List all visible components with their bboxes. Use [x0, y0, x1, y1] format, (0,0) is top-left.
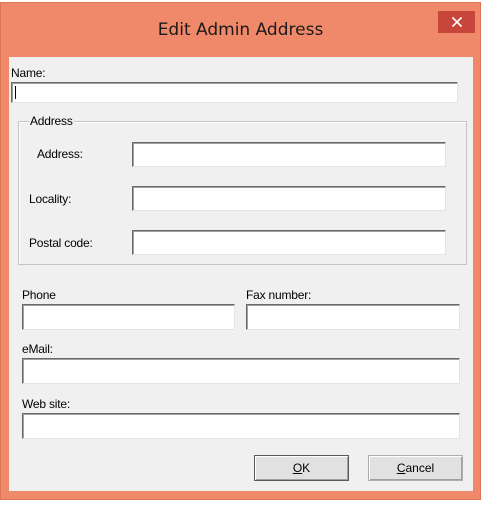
website-label: Web site: [22, 397, 70, 411]
phone-label: Phone [22, 288, 56, 302]
cancel-label-rest: ancel [405, 461, 435, 475]
window-title: Edit Admin Address [157, 20, 324, 40]
text-caret [15, 86, 16, 99]
ok-button[interactable]: OK [254, 455, 349, 481]
dialog-window: Edit Admin Address Name: Address Address… [0, 2, 481, 500]
dialog-client-area: Name: Address Address: Locality: Postal … [9, 57, 473, 491]
cancel-button[interactable]: Cancel [368, 455, 463, 481]
address-field[interactable] [132, 142, 446, 167]
email-field[interactable] [22, 358, 460, 384]
close-icon [451, 16, 462, 28]
fax-field[interactable] [246, 304, 460, 330]
locality-label: Locality: [29, 192, 72, 206]
locality-field[interactable] [132, 186, 446, 211]
name-field[interactable] [11, 82, 458, 103]
close-button[interactable] [438, 11, 475, 33]
address-label: Address: [37, 147, 83, 161]
postal-code-field[interactable] [132, 230, 446, 255]
postal-code-label: Postal code: [29, 236, 93, 250]
ok-label-rest: K [302, 461, 311, 475]
website-field[interactable] [22, 413, 460, 439]
address-group-legend: Address [29, 114, 74, 128]
phone-field[interactable] [22, 304, 235, 330]
email-label: eMail: [22, 342, 53, 356]
cancel-mnemonic: C [396, 461, 406, 475]
fax-label: Fax number: [246, 288, 312, 302]
ok-mnemonic: O [292, 461, 303, 475]
name-label: Name: [11, 66, 46, 80]
title-bar[interactable]: Edit Admin Address [1, 3, 480, 51]
